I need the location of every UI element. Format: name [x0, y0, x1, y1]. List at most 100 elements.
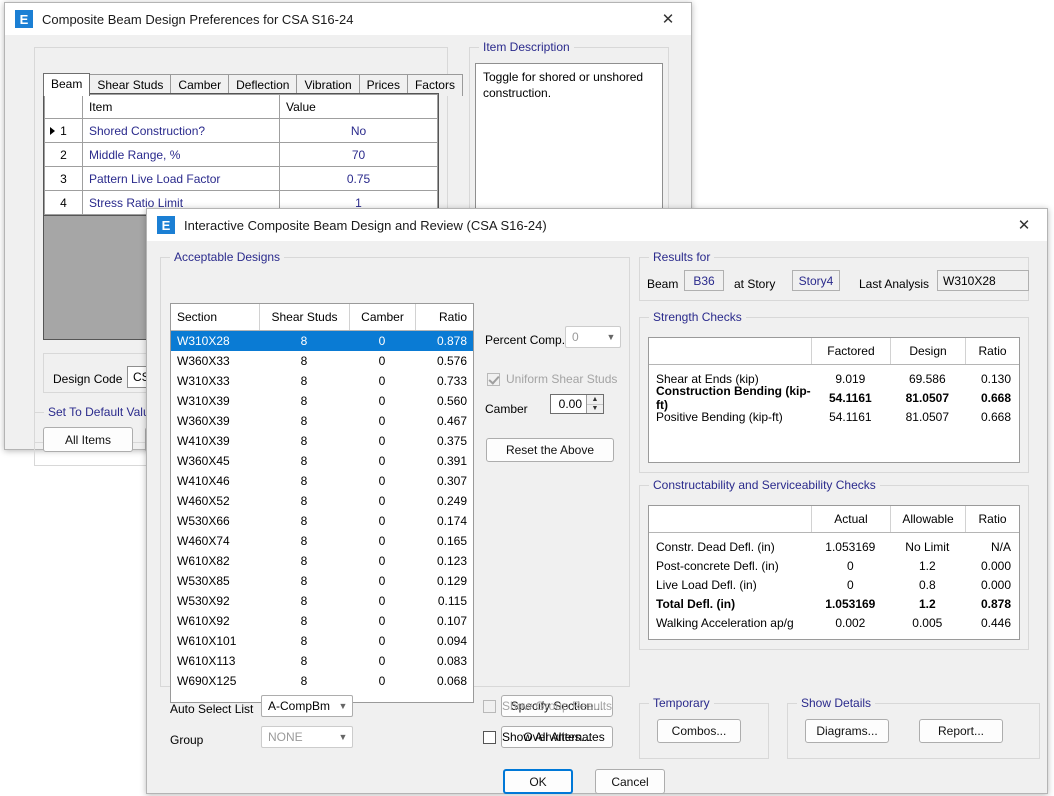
- cell-ratio: 0.115: [437, 594, 467, 608]
- results-for-label: Results for: [649, 250, 715, 264]
- item-description-text: Toggle for shored or unshored constructi…: [475, 63, 663, 213]
- preferences-grid[interactable]: Item Value 1 Shored Construction? No 2 M…: [43, 93, 439, 215]
- cancel-button[interactable]: Cancel: [595, 769, 665, 794]
- row-number: 1: [44, 118, 83, 143]
- cell-camber: 0: [378, 594, 386, 608]
- cell-section: W460X52: [177, 494, 230, 508]
- cell-ratio: 0.375: [436, 434, 467, 448]
- spin-up-icon[interactable]: ▲: [587, 395, 603, 405]
- cell-studs: 8: [300, 354, 308, 368]
- designs-header-section[interactable]: Section: [171, 304, 259, 330]
- chevron-down-icon: ▼: [338, 701, 348, 711]
- story-value: Story4: [792, 270, 840, 291]
- list-item[interactable]: W530X92 8 0 0.115: [171, 591, 473, 611]
- check-ratio: N/A: [990, 539, 1011, 554]
- all-items-button[interactable]: All Items: [43, 427, 133, 452]
- list-item[interactable]: W610X82 8 0 0.123: [171, 551, 473, 571]
- acceptable-designs-list[interactable]: Section Shear Studs Camber Ratio W310X28…: [170, 303, 474, 703]
- list-item[interactable]: W690X125 8 0 0.068: [171, 671, 473, 691]
- cell-camber: 0: [378, 494, 386, 508]
- uniform-shear-studs-label: Uniform Shear Studs: [506, 372, 618, 386]
- diagrams-button[interactable]: Diagrams...: [805, 719, 889, 743]
- design-code-label: Design Code: [53, 372, 123, 386]
- cell-camber: 0: [378, 614, 386, 628]
- row-value[interactable]: 70: [279, 142, 438, 167]
- cell-studs: 8: [300, 634, 308, 648]
- chevron-down-icon: ▼: [338, 732, 348, 742]
- list-item[interactable]: W410X46 8 0 0.307: [171, 471, 473, 491]
- list-item[interactable]: W360X45 8 0 0.391: [171, 451, 473, 471]
- last-analysis-value: W310X28: [937, 270, 1029, 291]
- designs-header-ratio[interactable]: Ratio: [415, 304, 473, 330]
- uniform-shear-studs-checkbox[interactable]: Uniform Shear Studs: [487, 372, 617, 386]
- camber-value[interactable]: 0.00: [551, 397, 586, 411]
- row-value[interactable]: 0.75: [279, 166, 438, 191]
- cell-section: W360X33: [177, 354, 230, 368]
- cell-ratio: 0.129: [436, 574, 467, 588]
- cell-studs: 8: [300, 374, 308, 388]
- auto-select-list-value: A-CompBm: [268, 699, 331, 713]
- designs-header-shear-studs[interactable]: Shear Studs: [259, 304, 349, 330]
- table-row[interactable]: 1 Shored Construction? No: [44, 118, 438, 143]
- row-item: Pattern Live Load Factor: [82, 166, 280, 191]
- cell-studs: 8: [300, 534, 308, 548]
- auto-select-list-select[interactable]: A-CompBm ▼: [261, 695, 353, 717]
- check-factored: 9.019: [835, 371, 866, 386]
- check-ratio: 0.000: [980, 558, 1011, 573]
- serviceability-header-blank: [649, 506, 811, 532]
- list-item[interactable]: W460X74 8 0 0.165: [171, 531, 473, 551]
- list-item[interactable]: W530X85 8 0 0.129: [171, 571, 473, 591]
- preferences-titlebar: E Composite Beam Design Preferences for …: [5, 3, 691, 35]
- list-item[interactable]: W410X39 8 0 0.375: [171, 431, 473, 451]
- tab-beam[interactable]: Beam: [43, 73, 91, 96]
- camber-stepper[interactable]: 0.00 ▲ ▼: [550, 394, 604, 414]
- row-item: Middle Range, %: [82, 142, 280, 167]
- ok-button[interactable]: OK: [503, 769, 573, 794]
- cell-camber: 0: [378, 654, 386, 668]
- cell-camber: 0: [378, 354, 386, 368]
- serviceability-header-row: Actual Allowable Ratio: [649, 506, 1019, 533]
- check-allowable: 0.005: [912, 615, 943, 630]
- spin-down-icon[interactable]: ▼: [587, 404, 603, 413]
- percent-comp-label: Percent Comp.: [485, 333, 566, 347]
- list-item[interactable]: W460X52 8 0 0.249: [171, 491, 473, 511]
- close-icon[interactable]: ✕: [1001, 209, 1047, 241]
- etabs-app-icon: E: [15, 10, 33, 28]
- designs-header-camber[interactable]: Camber: [349, 304, 415, 330]
- show-all-alternates-checkbox[interactable]: Show All Alternates: [483, 730, 605, 744]
- list-item[interactable]: W610X101 8 0 0.094: [171, 631, 473, 651]
- list-item[interactable]: W610X113 8 0 0.083: [171, 651, 473, 671]
- cell-studs: 8: [300, 674, 308, 688]
- list-item[interactable]: W610X92 8 0 0.107: [171, 611, 473, 631]
- group-select[interactable]: NONE ▼: [261, 726, 353, 748]
- cell-studs: 8: [300, 494, 308, 508]
- table-row[interactable]: 2 Middle Range, % 70: [44, 142, 438, 167]
- combos-button[interactable]: Combos...: [657, 719, 741, 743]
- row-value[interactable]: No: [279, 118, 438, 143]
- percent-comp-select[interactable]: 0 ▼: [565, 326, 621, 348]
- cell-section: W690X125: [177, 674, 237, 688]
- review-title: Interactive Composite Beam Design and Re…: [184, 217, 547, 233]
- list-item[interactable]: W310X39 8 0 0.560: [171, 391, 473, 411]
- reset-the-above-button[interactable]: Reset the Above: [486, 438, 614, 462]
- cell-ratio: 0.123: [436, 554, 467, 568]
- camber-spin-buttons[interactable]: ▲ ▼: [586, 395, 603, 413]
- cell-section: W310X33: [177, 374, 230, 388]
- grid-header-item: Item: [82, 94, 280, 119]
- list-item[interactable]: W310X28 8 0 0.878: [171, 331, 473, 351]
- table-row[interactable]: 3 Pattern Live Load Factor 0.75: [44, 166, 438, 191]
- list-item[interactable]: W530X66 8 0 0.174: [171, 511, 473, 531]
- close-icon[interactable]: ✕: [645, 3, 691, 35]
- check-name: Walking Acceleration ap/g: [656, 615, 794, 630]
- serviceability-checks-table: Actual Allowable Ratio Constr. Dead Defl…: [648, 505, 1020, 640]
- cell-section: W530X66: [177, 514, 230, 528]
- check-factored: 54.1161: [829, 409, 872, 424]
- list-item[interactable]: W310X33 8 0 0.733: [171, 371, 473, 391]
- check-allowable: 1.2: [918, 558, 936, 573]
- chevron-down-icon: ▼: [606, 332, 616, 342]
- check-allowable: 0.8: [918, 577, 936, 592]
- list-item[interactable]: W360X39 8 0 0.467: [171, 411, 473, 431]
- show-group-results-checkbox[interactable]: Show Group Results: [483, 699, 612, 713]
- list-item[interactable]: W360X33 8 0 0.576: [171, 351, 473, 371]
- report-button[interactable]: Report...: [919, 719, 1003, 743]
